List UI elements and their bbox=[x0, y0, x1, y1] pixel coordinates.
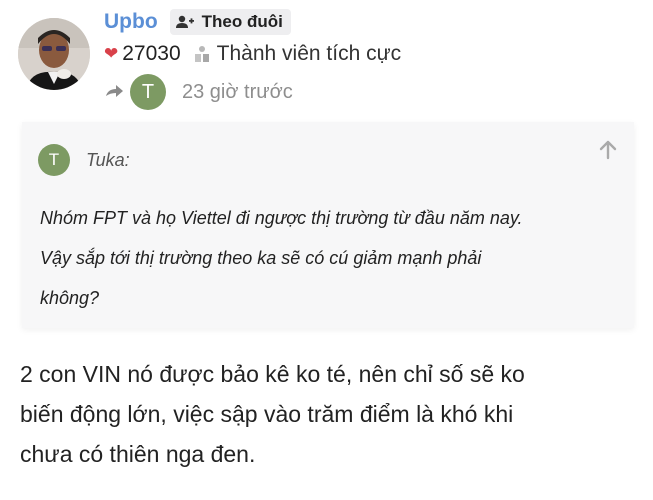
quote-line: không? bbox=[40, 288, 100, 308]
quote-header: T Tuka: bbox=[38, 144, 130, 176]
arrow-up-icon[interactable] bbox=[598, 140, 618, 165]
reply-icon bbox=[104, 84, 124, 100]
post-time[interactable]: 23 giờ trước bbox=[182, 81, 293, 104]
heart-icon: ❤ bbox=[104, 44, 119, 63]
post-line: biến động lớn, việc sập vào trăm điểm là… bbox=[20, 401, 514, 427]
add-user-icon bbox=[175, 15, 194, 28]
quote-avatar[interactable]: T bbox=[38, 144, 70, 176]
quote-line: Nhóm FPT và họ Viettel đi ngược thị trườ… bbox=[40, 208, 523, 228]
quote-block: T Tuka: Nhóm FPT và họ Viettel đi ngược … bbox=[22, 122, 634, 328]
follow-label: Theo đuôi bbox=[201, 12, 283, 31]
follow-button[interactable]: Theo đuôi bbox=[169, 9, 291, 35]
quote-text: Nhóm FPT và họ Viettel đi ngược thị trườ… bbox=[40, 198, 610, 318]
rank-icon bbox=[193, 45, 211, 63]
post-header: Upbo Theo đuôi ❤ 27030 Thành viên tích c… bbox=[104, 8, 653, 110]
post-line: chưa có thiên nga đen. bbox=[20, 441, 256, 467]
user-rank: Thành viên tích cực bbox=[216, 42, 402, 65]
username-link[interactable]: Upbo bbox=[104, 10, 158, 34]
quote-line: Vậy sắp tới thị trường theo ka sẽ có cú … bbox=[40, 248, 482, 268]
post-text: 2 con VIN nó được bảo kê ko té, nên chỉ … bbox=[20, 354, 620, 474]
quote-author: Tuka: bbox=[86, 149, 130, 170]
like-count: 27030 bbox=[122, 42, 181, 65]
user-avatar[interactable] bbox=[18, 18, 90, 90]
post-line: 2 con VIN nó được bảo kê ko té, nên chỉ … bbox=[20, 361, 525, 387]
reply-to-avatar[interactable]: T bbox=[130, 74, 166, 110]
